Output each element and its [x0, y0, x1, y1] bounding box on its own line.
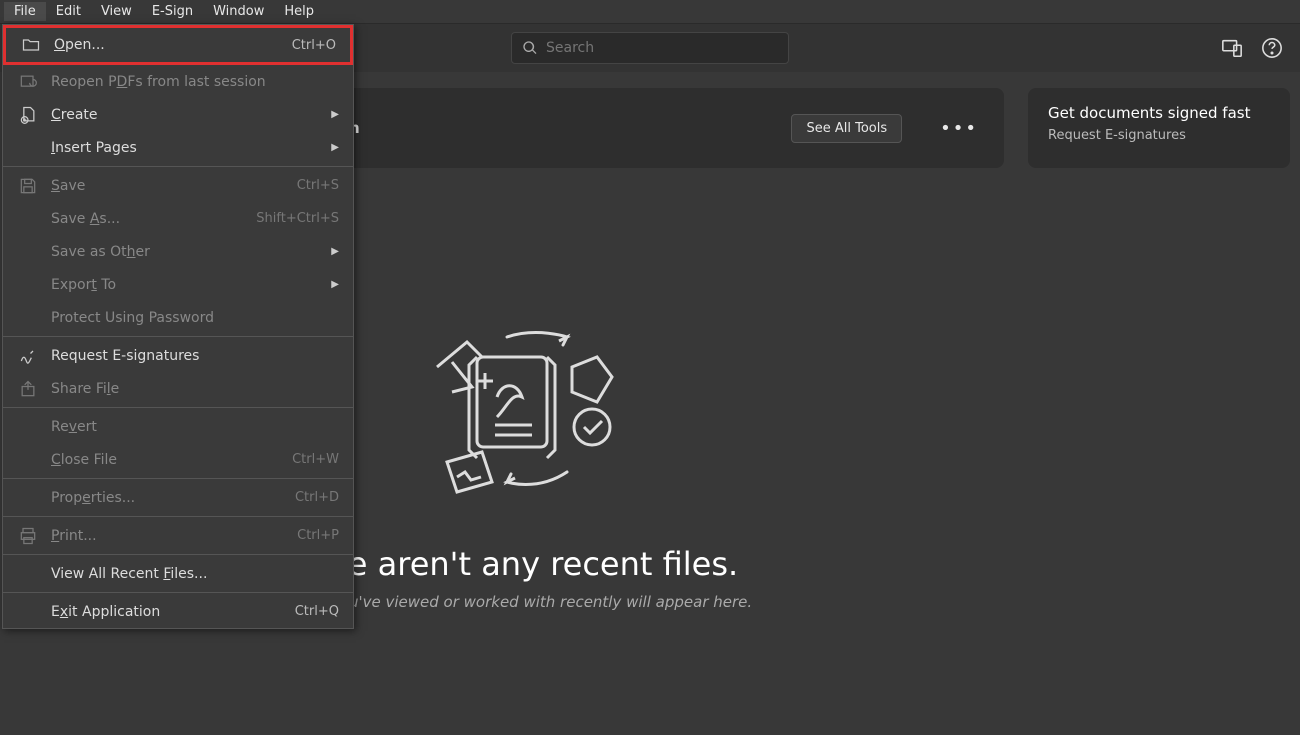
- folder-icon: [20, 34, 42, 56]
- menu-item-open[interactable]: Open... Ctrl+O: [3, 25, 353, 65]
- menu-item-export[interactable]: Export To ▶: [3, 268, 353, 301]
- devices-icon[interactable]: [1220, 36, 1244, 60]
- menu-label: Close File: [51, 452, 292, 468]
- menu-label: Create: [51, 107, 339, 123]
- chevron-right-icon: ▶: [331, 246, 339, 257]
- menu-label: Insert Pages: [51, 140, 339, 156]
- chevron-right-icon: ▶: [331, 279, 339, 290]
- see-all-tools-button[interactable]: See All Tools: [791, 114, 902, 143]
- menu-item-view-recent[interactable]: View All Recent Files...: [3, 557, 353, 590]
- menu-item-close[interactable]: Close File Ctrl+W: [3, 443, 353, 476]
- menu-label: View All Recent Files...: [51, 566, 339, 582]
- print-icon: [17, 525, 39, 547]
- help-icon[interactable]: [1260, 36, 1284, 60]
- menu-shortcut: Ctrl+S: [297, 178, 339, 193]
- menu-item-properties[interactable]: Properties... Ctrl+D: [3, 481, 353, 514]
- menu-separator: [3, 554, 353, 555]
- menu-view[interactable]: View: [91, 2, 142, 21]
- menu-item-save-other[interactable]: Save as Other ▶: [3, 235, 353, 268]
- menu-edit[interactable]: Edit: [46, 2, 91, 21]
- menu-label: Open...: [54, 37, 292, 53]
- menu-label: Request E-signatures: [51, 348, 339, 364]
- reopen-icon: [17, 71, 39, 93]
- menu-shortcut: Ctrl+W: [292, 452, 339, 467]
- chevron-right-icon: ▶: [331, 109, 339, 120]
- menu-item-exit[interactable]: Exit Application Ctrl+Q: [3, 595, 353, 628]
- menu-label: Save as Other: [51, 244, 339, 260]
- save-icon: [17, 175, 39, 197]
- promo-link[interactable]: Request E-signatures: [1048, 128, 1270, 143]
- menu-label: Revert: [51, 419, 339, 435]
- menu-separator: [3, 478, 353, 479]
- menu-label: Protect Using Password: [51, 310, 339, 326]
- menubar: File Edit View E-Sign Window Help: [0, 0, 1300, 24]
- menu-item-revert[interactable]: Revert: [3, 410, 353, 443]
- menu-separator: [3, 166, 353, 167]
- menu-label: Save As...: [51, 211, 256, 227]
- promo-title: Get documents signed fast: [1048, 104, 1270, 122]
- menu-item-protect[interactable]: Protect Using Password: [3, 301, 353, 334]
- menu-shortcut: Ctrl+D: [295, 490, 339, 505]
- menu-item-request-signatures[interactable]: Request E-signatures: [3, 339, 353, 372]
- menu-item-share[interactable]: Share File: [3, 372, 353, 405]
- menu-file[interactable]: File: [4, 2, 46, 21]
- share-icon: [17, 378, 39, 400]
- menu-item-save[interactable]: Save Ctrl+S: [3, 169, 353, 202]
- menu-shortcut: Ctrl+O: [292, 38, 336, 53]
- menu-label: Save: [51, 178, 297, 194]
- file-menu-dropdown: Open... Ctrl+O Reopen PDFs from last ses…: [2, 24, 354, 629]
- menu-label: Reopen PDFs from last session: [51, 74, 339, 90]
- menu-window[interactable]: Window: [203, 2, 274, 21]
- menu-label: Export To: [51, 277, 339, 293]
- search-input[interactable]: [546, 40, 778, 56]
- empty-illustration: [377, 317, 637, 527]
- promo-card: Get documents signed fast Request E-sign…: [1028, 88, 1290, 168]
- menu-label: Properties...: [51, 490, 295, 506]
- menu-item-create[interactable]: Create ▶: [3, 98, 353, 131]
- menu-shortcut: Shift+Ctrl+S: [256, 211, 339, 226]
- search-box[interactable]: [511, 32, 789, 64]
- more-icon[interactable]: •••: [934, 118, 984, 139]
- menu-item-insert-pages[interactable]: Insert Pages ▶: [3, 131, 353, 164]
- menu-esign[interactable]: E-Sign: [142, 2, 203, 21]
- chevron-right-icon: ▶: [331, 142, 339, 153]
- menu-help[interactable]: Help: [274, 2, 324, 21]
- menu-label: Exit Application: [51, 604, 295, 620]
- menu-separator: [3, 516, 353, 517]
- menu-label: Print...: [51, 528, 297, 544]
- menu-shortcut: Ctrl+P: [297, 528, 339, 543]
- menu-separator: [3, 407, 353, 408]
- menu-shortcut: Ctrl+Q: [295, 604, 339, 619]
- create-icon: [17, 104, 39, 126]
- menu-separator: [3, 592, 353, 593]
- menu-label: Share File: [51, 381, 339, 397]
- menu-separator: [3, 336, 353, 337]
- menu-item-reopen[interactable]: Reopen PDFs from last session: [3, 65, 353, 98]
- search-icon: [522, 40, 538, 56]
- signature-icon: [17, 345, 39, 367]
- menu-item-save-as[interactable]: Save As... Shift+Ctrl+S: [3, 202, 353, 235]
- menu-item-print[interactable]: Print... Ctrl+P: [3, 519, 353, 552]
